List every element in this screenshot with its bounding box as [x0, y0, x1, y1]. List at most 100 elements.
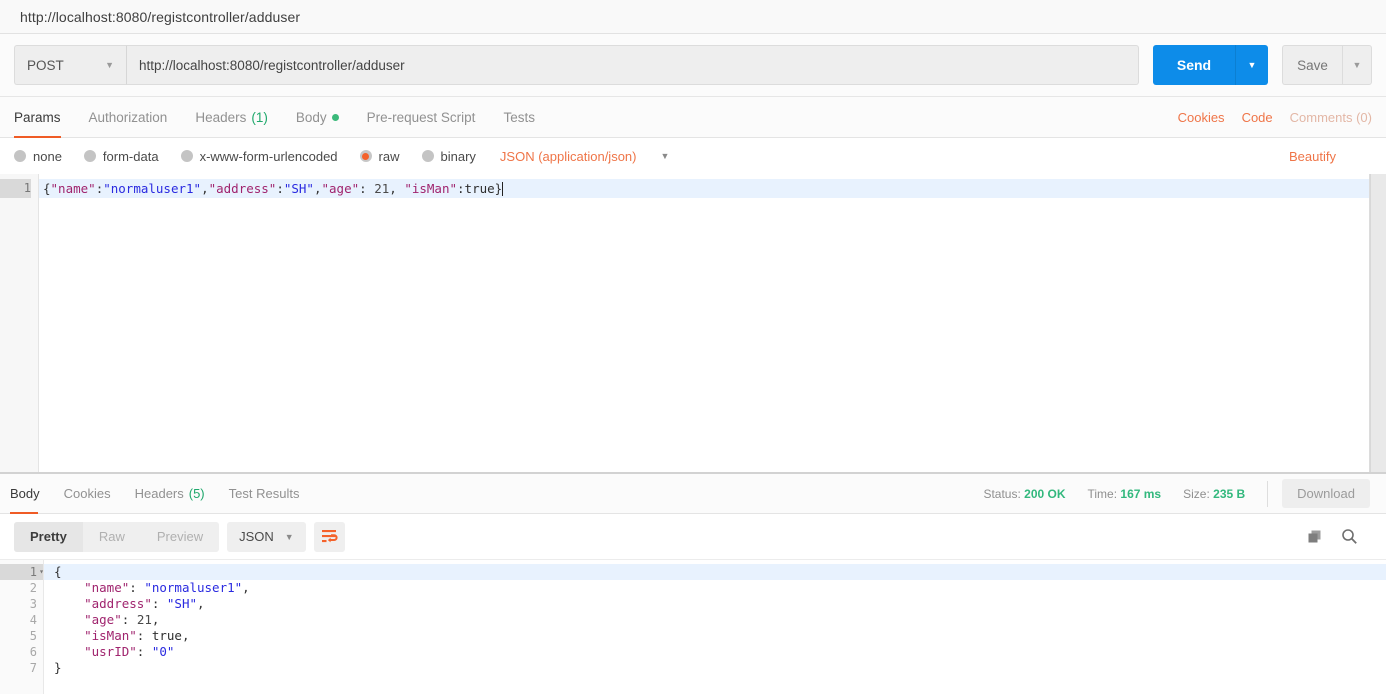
- response-tools-right: [1307, 528, 1372, 545]
- divider: [1267, 480, 1269, 507]
- code-token: ,: [389, 181, 405, 196]
- tab-authorization[interactable]: Authorization: [75, 97, 182, 137]
- body-type-none-label: none: [33, 148, 62, 164]
- request-tabs: Params Authorization Headers (1) Body Pr…: [0, 97, 1386, 138]
- request-editor-scrollbar[interactable]: [1370, 174, 1386, 472]
- radio-icon: [83, 150, 96, 162]
- beautify-button[interactable]: Beautify: [1289, 149, 1372, 164]
- response-tab-test-results[interactable]: Test Results: [217, 474, 312, 513]
- fold-toggle-icon[interactable]: ▾: [35, 564, 44, 580]
- response-code-line: {: [44, 564, 1386, 580]
- search-button[interactable]: [1341, 528, 1358, 545]
- code-token: ,: [313, 181, 322, 196]
- code-token: ,: [201, 181, 209, 196]
- body-type-urlencoded[interactable]: x-www-form-urlencoded: [180, 149, 338, 164]
- time-label: Time:: [1087, 486, 1118, 501]
- request-code-line: {"name":"normaluser1","address":"SH","ag…: [39, 179, 1369, 198]
- line-number: 6: [29, 645, 37, 659]
- response-tab-body[interactable]: Body: [10, 474, 52, 514]
- tab-headers-label: Headers: [195, 109, 247, 125]
- response-code-line: "name": "normaluser1",: [44, 580, 1386, 596]
- code-token: :: [136, 644, 152, 659]
- request-url-row: POST ▼ http://localhost:8080/registcontr…: [0, 34, 1386, 97]
- line-number: 7: [29, 661, 37, 675]
- tab-body[interactable]: Body: [282, 97, 353, 137]
- code-token: :: [151, 596, 167, 611]
- response-tab-test-results-label: Test Results: [228, 486, 300, 501]
- body-type-none[interactable]: none: [14, 149, 62, 164]
- window-title: http://localhost:8080/registcontroller/a…: [20, 8, 301, 25]
- response-tab-cookies[interactable]: Cookies: [52, 474, 123, 513]
- response-tab-headers-count: (5): [188, 486, 205, 501]
- tab-body-label: Body: [295, 109, 327, 125]
- code-token: true: [464, 181, 495, 196]
- radio-selected-icon: [359, 150, 372, 162]
- send-button[interactable]: Send: [1153, 45, 1236, 85]
- radio-icon: [180, 150, 193, 162]
- http-method-select[interactable]: POST ▼: [14, 45, 126, 85]
- code-token: "name": [84, 580, 130, 595]
- size-badge: Size: 235 B: [1183, 487, 1245, 501]
- body-type-form-data-label: form-data: [102, 148, 159, 164]
- tab-tests[interactable]: Tests: [489, 97, 549, 137]
- content-type-select[interactable]: JSON (application/json) ▼: [500, 149, 669, 164]
- code-token: :: [129, 580, 145, 595]
- response-body-panel[interactable]: 1 ▾ 2 3 4 5 6 7 { "name": "normaluser1", "addre…: [0, 560, 1386, 694]
- line-number: 2: [29, 581, 37, 595]
- chevron-down-icon: ▼: [284, 531, 294, 542]
- request-body-editor[interactable]: 1 {"name":"normaluser1","address":"SH","…: [0, 174, 1370, 472]
- response-code-line: "age": 21,: [44, 612, 1386, 628]
- status-value: 200 OK: [1024, 486, 1066, 501]
- comments-link[interactable]: Comments (0): [1290, 110, 1372, 125]
- response-format-select[interactable]: JSON ▼: [227, 521, 306, 552]
- response-editor-code-area: { "name": "normaluser1", "address": "SH"…: [44, 560, 1386, 694]
- code-token: "address": [208, 181, 277, 196]
- line-number: 1: [0, 179, 31, 198]
- response-code-line: "address": "SH",: [44, 596, 1386, 612]
- view-mode-preview[interactable]: Preview: [141, 522, 219, 552]
- radio-icon: [421, 150, 434, 162]
- tab-headers[interactable]: Headers (1): [181, 97, 282, 137]
- body-type-raw[interactable]: raw: [359, 149, 400, 164]
- code-token: }: [494, 181, 503, 196]
- download-button[interactable]: Download: [1282, 479, 1370, 508]
- view-mode-pretty[interactable]: Pretty: [14, 521, 83, 552]
- body-type-binary[interactable]: binary: [421, 149, 476, 164]
- wrap-lines-button[interactable]: [313, 521, 345, 552]
- request-editor-code-area[interactable]: {"name":"normaluser1","address":"SH","ag…: [39, 174, 1369, 472]
- save-button[interactable]: Save: [1282, 45, 1342, 85]
- body-type-form-data[interactable]: form-data: [83, 148, 159, 164]
- tab-params[interactable]: Params: [14, 97, 75, 138]
- size-value: 235 B: [1213, 486, 1246, 501]
- code-token: true: [151, 628, 182, 643]
- code-token: ,: [181, 628, 190, 643]
- code-token: "0": [151, 644, 175, 659]
- code-token: "age": [84, 612, 122, 627]
- tab-pre-request-script[interactable]: Pre-request Script: [353, 97, 490, 137]
- code-token: :: [136, 628, 152, 643]
- code-link[interactable]: Code: [1242, 110, 1273, 125]
- response-code-line: }: [44, 660, 1386, 676]
- code-token: "normaluser1": [103, 181, 202, 196]
- tab-pre-request-script-label: Pre-request Script: [366, 109, 476, 125]
- tab-params-label: Params: [14, 109, 61, 125]
- response-tab-headers[interactable]: Headers (5): [123, 474, 217, 513]
- send-options-chevron-down-icon[interactable]: ▼: [1236, 45, 1268, 85]
- request-body-editor-panel: 1 {"name":"normaluser1","address":"SH","…: [0, 174, 1386, 474]
- request-tab-actions: Cookies Code Comments (0): [1178, 97, 1372, 137]
- cookies-link[interactable]: Cookies: [1178, 110, 1225, 125]
- http-method-value: POST: [27, 57, 64, 73]
- code-token: :: [457, 181, 465, 196]
- code-token: "usrID": [84, 644, 137, 659]
- response-meta: Status: 200 OK Time: 167 ms Size: 235 B …: [983, 474, 1376, 513]
- save-button-group: Save ▼: [1282, 45, 1372, 85]
- response-view-mode-group: Pretty Raw Preview: [14, 521, 220, 552]
- save-options-chevron-down-icon[interactable]: ▼: [1342, 45, 1372, 85]
- request-url-input[interactable]: http://localhost:8080/registcontroller/a…: [126, 45, 1139, 85]
- tab-authorization-label: Authorization: [88, 109, 168, 125]
- copy-button[interactable]: [1307, 529, 1323, 545]
- status-badge: Status: 200 OK: [983, 487, 1065, 501]
- view-mode-raw[interactable]: Raw: [83, 522, 141, 552]
- code-token: {: [43, 181, 51, 196]
- code-token: "SH": [283, 181, 314, 196]
